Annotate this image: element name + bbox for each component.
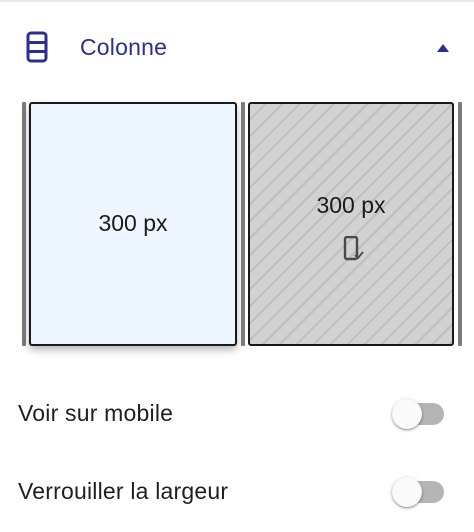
columns-icon [26, 31, 48, 63]
chevron-up-icon[interactable] [432, 40, 454, 54]
column-card-selected[interactable]: 300 px [29, 102, 237, 346]
lock-width-toggle[interactable] [390, 474, 456, 510]
column-resize-handle[interactable] [22, 102, 26, 346]
column-resize-handle[interactable] [458, 102, 462, 346]
columns-section-header[interactable]: Colonne [0, 22, 474, 74]
column-width-label: 300 px [316, 192, 386, 218]
toggle-label: Verrouiller la largeur [18, 478, 229, 504]
toggle-row-lock-width: Verrouiller la largeur [0, 468, 474, 516]
toggle-thumb [392, 477, 422, 507]
column-card-hidden-mobile[interactable]: 300 px [248, 102, 454, 346]
column-width-label: 300 px [98, 210, 168, 236]
columns-preview: 300 px 300 px [22, 100, 462, 350]
section-title: Colonne [80, 34, 168, 60]
show-on-mobile-toggle[interactable] [390, 396, 456, 432]
mobile-check-icon [343, 236, 364, 261]
column-resize-handle[interactable] [241, 102, 245, 346]
toggle-label: Voir sur mobile [18, 400, 174, 426]
toggle-thumb [392, 399, 422, 429]
toggle-row-mobile: Voir sur mobile [0, 390, 474, 438]
top-divider [0, 0, 474, 2]
